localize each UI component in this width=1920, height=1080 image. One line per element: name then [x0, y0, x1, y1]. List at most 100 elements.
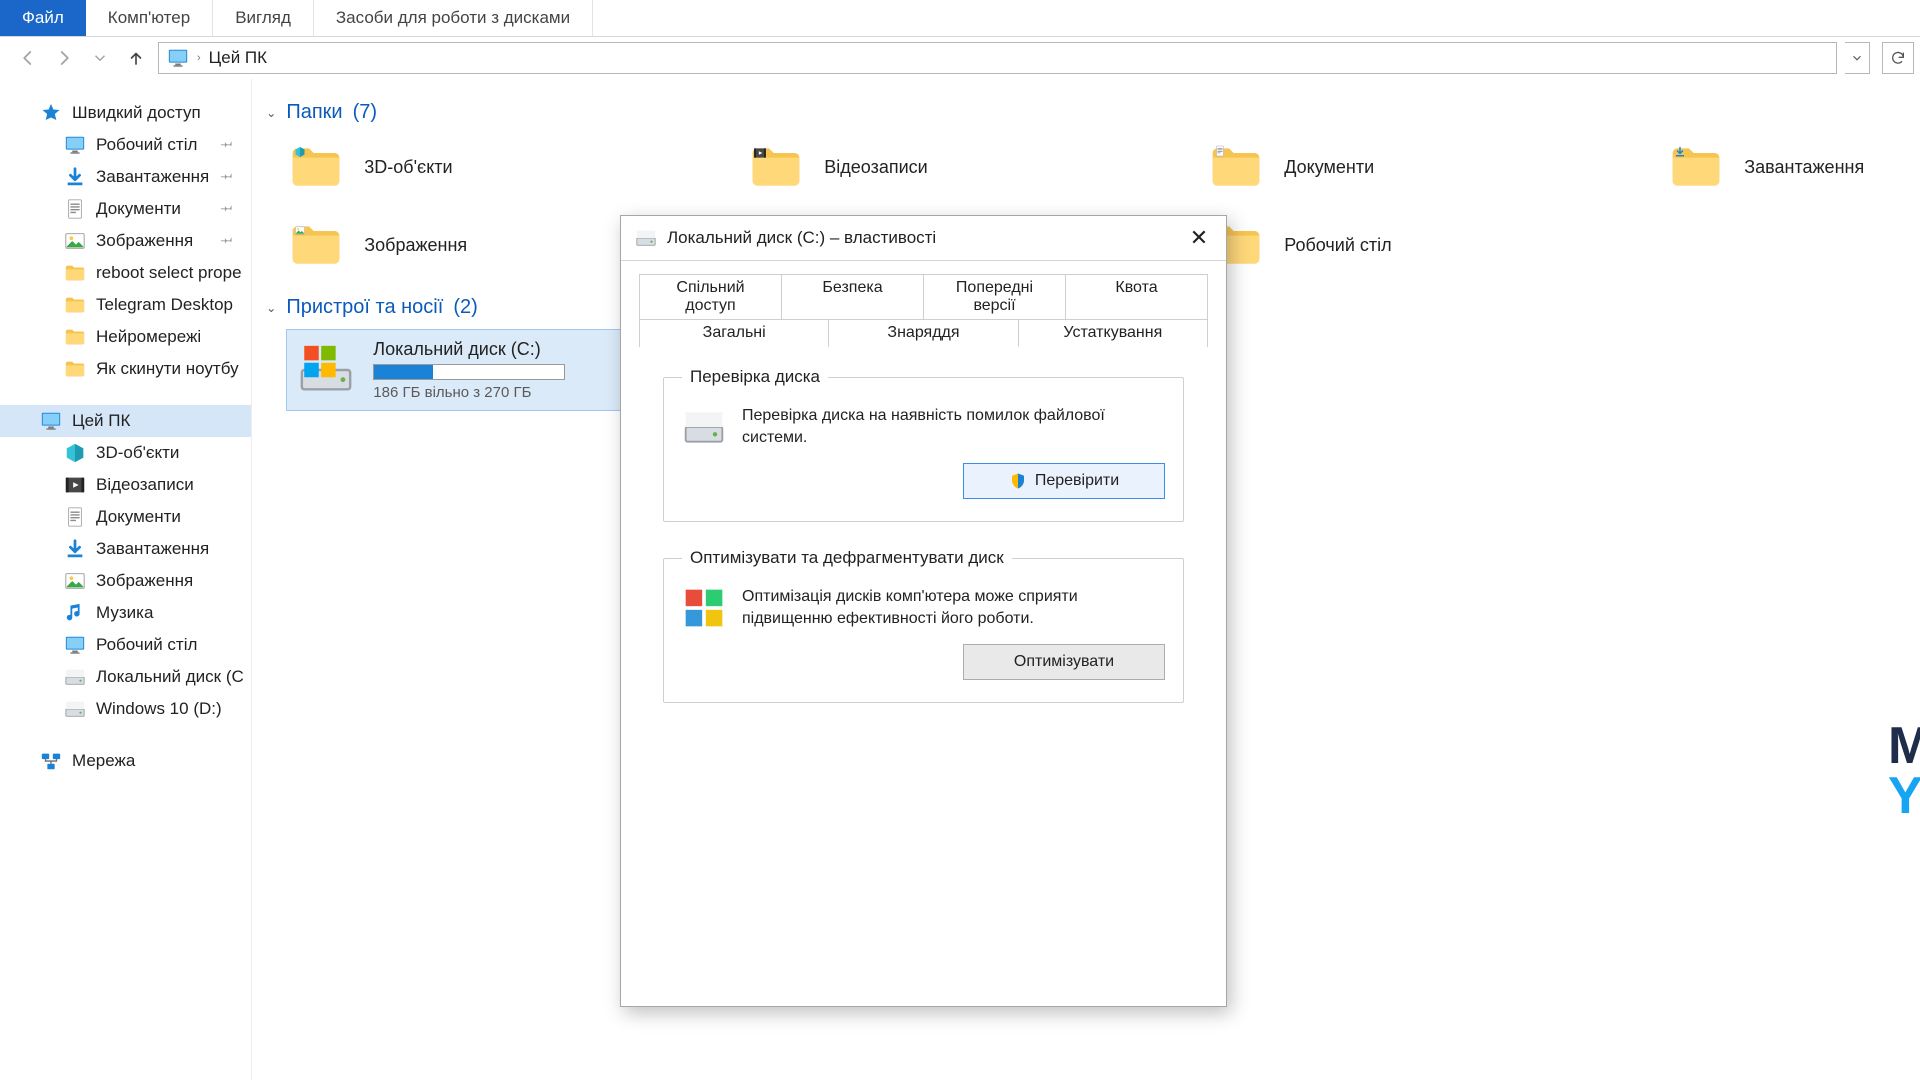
- sidebar-item-drive-d[interactable]: Windows 10 (D:): [0, 693, 251, 725]
- sidebar-item-downloads[interactable]: Завантаження: [0, 161, 251, 193]
- sidebar-network[interactable]: Мережа: [0, 745, 251, 777]
- chevron-down-icon: ⌄: [266, 106, 276, 120]
- button-label: Оптимізувати: [1014, 653, 1114, 671]
- sidebar-item-label: reboot select prope: [96, 263, 242, 283]
- check-disk-button[interactable]: Перевірити: [963, 463, 1165, 499]
- folder-label: Завантаження: [1744, 157, 1864, 178]
- sidebar-item-documents[interactable]: Документи: [0, 193, 251, 225]
- sidebar-item-desktop[interactable]: Робочий стіл: [0, 129, 251, 161]
- folder-3d-objects[interactable]: 3D-об'єкти: [286, 134, 716, 200]
- picture-icon: [64, 230, 86, 252]
- folder-icon: [286, 137, 346, 197]
- tab-quota[interactable]: Квота: [1066, 274, 1208, 319]
- ribbon-tab-view[interactable]: Вигляд: [213, 0, 314, 36]
- sidebar-item-folder[interactable]: Нейромережі: [0, 321, 251, 353]
- group-header-folders[interactable]: ⌄ Папки (7): [266, 101, 1920, 124]
- sidebar-item-label: Документи: [96, 199, 181, 219]
- ribbon-tab-drive-tools[interactable]: Засоби для роботи з дисками: [314, 0, 593, 36]
- sidebar-item-pictures[interactable]: Зображення: [0, 225, 251, 257]
- sidebar-item-label: Локальний диск (C: [96, 667, 244, 687]
- group-count: (7): [353, 101, 377, 124]
- nav-back-button: [14, 44, 42, 72]
- ribbon: Файл Комп'ютер Вигляд Засоби для роботи …: [0, 0, 1920, 37]
- folder-documents[interactable]: Документи: [1206, 134, 1636, 200]
- group-count: (2): [453, 296, 477, 319]
- folder-downloads[interactable]: Завантаження: [1666, 134, 1920, 200]
- ribbon-tab-computer[interactable]: Комп'ютер: [86, 0, 213, 36]
- monitor-icon: [64, 634, 86, 656]
- tab-security[interactable]: Безпека: [782, 274, 924, 319]
- dialog-titlebar[interactable]: Локальний диск (C:) – властивості ✕: [621, 216, 1226, 261]
- sidebar-item-label: Telegram Desktop: [96, 295, 233, 315]
- tab-hardware[interactable]: Устаткування: [1019, 319, 1208, 347]
- address-history-dropdown[interactable]: [1845, 42, 1870, 74]
- sidebar-this-pc[interactable]: Цей ПК: [0, 405, 251, 437]
- sidebar-item-pictures[interactable]: Зображення: [0, 565, 251, 597]
- sidebar-item-label: Як скинути ноутбу: [96, 359, 239, 379]
- folder-label: Зображення: [364, 235, 467, 256]
- groupbox-description: Перевірка диска на наявність помилок фай…: [742, 405, 1165, 448]
- sidebar-item-folder[interactable]: reboot select prope: [0, 257, 251, 289]
- ribbon-tab-file[interactable]: Файл: [0, 0, 86, 36]
- drive-icon: [682, 405, 726, 449]
- folder-icon: [64, 262, 86, 284]
- address-bar[interactable]: › Цей ПК: [158, 42, 1837, 74]
- sidebar-item-label: Робочий стіл: [96, 635, 197, 655]
- tab-general[interactable]: Загальні: [639, 319, 829, 347]
- sidebar-item-label: Швидкий доступ: [72, 103, 201, 123]
- monitor-icon: [64, 134, 86, 156]
- music-icon: [64, 602, 86, 624]
- sidebar-item-label: Музика: [96, 603, 153, 623]
- tab-sharing[interactable]: Спільний доступ: [639, 274, 782, 319]
- monitor-icon: [40, 410, 62, 432]
- navigation-bar: › Цей ПК: [0, 37, 1920, 79]
- pin-icon: [214, 197, 238, 221]
- tab-tools[interactable]: Знаряддя: [829, 319, 1018, 347]
- sidebar-item-music[interactable]: Музика: [0, 597, 251, 629]
- folder-label: Робочий стіл: [1284, 235, 1391, 256]
- sidebar-item-label: Цей ПК: [72, 411, 130, 431]
- sidebar-item-downloads[interactable]: Завантаження: [0, 533, 251, 565]
- sidebar-item-desktop[interactable]: Робочий стіл: [0, 629, 251, 661]
- drive-usage-bar: [373, 364, 565, 380]
- sidebar-item-folder[interactable]: Як скинути ноутбу: [0, 353, 251, 385]
- folder-icon: [1206, 137, 1266, 197]
- sidebar-item-label: Завантаження: [96, 167, 209, 187]
- navigation-pane: Швидкий доступ Робочий стіл Завантаження…: [0, 79, 252, 1080]
- sidebar-item-videos[interactable]: Відеозаписи: [0, 469, 251, 501]
- sidebar-item-folder[interactable]: Telegram Desktop: [0, 289, 251, 321]
- sidebar-item-documents[interactable]: Документи: [0, 501, 251, 533]
- sidebar-item-label: Документи: [96, 507, 181, 527]
- address-location: Цей ПК: [209, 48, 267, 68]
- drive-icon: [64, 698, 86, 720]
- pin-icon: [214, 229, 238, 253]
- optimize-button[interactable]: Оптимізувати: [963, 644, 1165, 680]
- sidebar-item-3d-objects[interactable]: 3D-об'єкти: [0, 437, 251, 469]
- sidebar-item-label: Робочий стіл: [96, 135, 197, 155]
- drive-icon: [297, 341, 355, 399]
- document-icon: [64, 506, 86, 528]
- nav-up-button[interactable]: [122, 44, 150, 72]
- sidebar-item-label: Відеозаписи: [96, 475, 194, 495]
- download-icon: [64, 166, 86, 188]
- groupbox-optimize: Оптимізувати та дефрагментувати диск Опт…: [663, 548, 1184, 703]
- folder-icon: [64, 358, 86, 380]
- sidebar-quick-access[interactable]: Швидкий доступ: [0, 97, 251, 129]
- sidebar-item-drive-c[interactable]: Локальний диск (C: [0, 661, 251, 693]
- close-button[interactable]: ✕: [1172, 216, 1226, 260]
- chevron-right-icon: ›: [197, 52, 201, 64]
- dialog-tabstrip: Спільний доступ Безпека Попередні версії…: [639, 273, 1208, 749]
- network-icon: [40, 750, 62, 772]
- groupbox-legend: Перевірка диска: [682, 367, 828, 387]
- folder-icon: [746, 137, 806, 197]
- folder-label: Документи: [1284, 157, 1374, 178]
- nav-recent-dropdown[interactable]: [86, 44, 114, 72]
- refresh-button[interactable]: [1882, 42, 1914, 74]
- folder-desktop[interactable]: Робочий стіл: [1206, 212, 1636, 278]
- tab-previous-versions[interactable]: Попередні версії: [924, 274, 1066, 319]
- drive-item-c[interactable]: Локальний диск (C:) 186 ГБ вільно з 270 …: [286, 329, 628, 411]
- folder-icon: [286, 215, 346, 275]
- defrag-icon: [682, 586, 726, 630]
- folder-videos[interactable]: Відеозаписи: [746, 134, 1176, 200]
- download-icon: [64, 538, 86, 560]
